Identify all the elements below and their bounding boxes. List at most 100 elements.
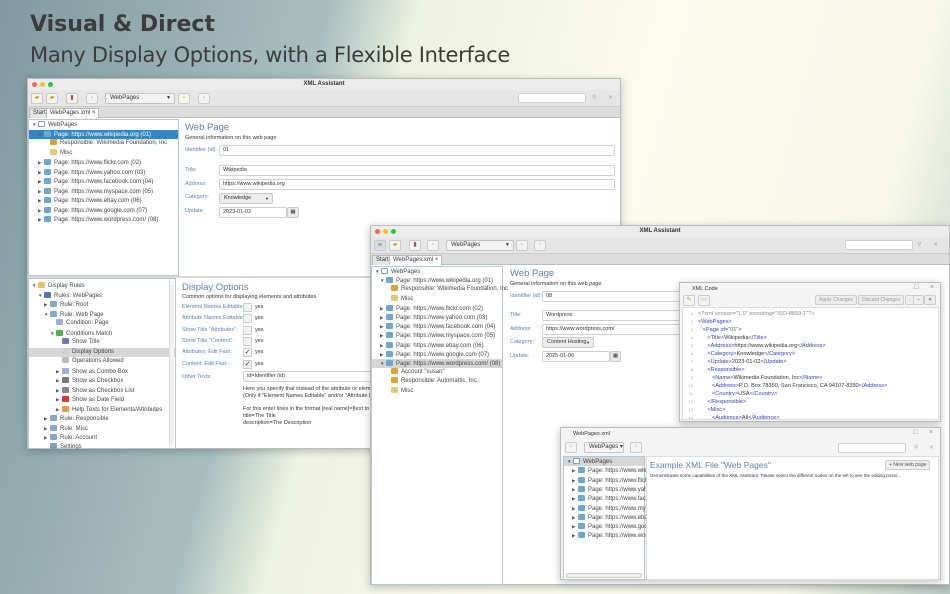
page-icon[interactable]: ▫ (198, 93, 210, 104)
maximize-icon[interactable]: □ (914, 284, 918, 291)
document-select[interactable]: WebPages ▾ (584, 442, 624, 453)
tree-item[interactable]: Misc (372, 386, 502, 396)
document-tree[interactable]: ▼ WebPages ▼ Page: https://www.wikipedia.or… (28, 119, 179, 276)
minimize-button[interactable] (40, 82, 45, 87)
minimize-button[interactable] (383, 229, 388, 234)
tree-item[interactable]: ▶ Show as Date Field (29, 395, 175, 404)
open-icon[interactable]: ▰ (374, 240, 386, 251)
tree-item[interactable]: ▶ Page: https://www.ebay.com (06) (372, 341, 502, 350)
search-icon[interactable]: ⚲ (917, 241, 921, 248)
page-icon[interactable]: ▫ (534, 240, 546, 251)
maximize-icon[interactable]: □ (913, 429, 917, 436)
export-icon[interactable]: ▮ (66, 93, 78, 104)
tree-item[interactable]: ▶ Page: https://www.googl (564, 522, 652, 531)
save-icon[interactable]: ▫ (427, 240, 439, 251)
close-icon[interactable]: × (930, 284, 934, 291)
tree-item[interactable]: ▶ Rule: Account (29, 433, 175, 442)
option-checkbox[interactable] (243, 325, 252, 335)
xml-editor[interactable]: 1 <?xml version="1.0" encoding="ISO-8859-… (682, 307, 939, 420)
edit-icon[interactable]: ▪ (516, 240, 528, 251)
tree-item[interactable]: ▶ Page: https://www.flickr.com (02) (372, 304, 502, 313)
apply-changes-button[interactable]: Apply Changes (815, 295, 857, 305)
zoom-button[interactable] (48, 82, 53, 87)
tree-item[interactable]: ▶ Page: https://www.ebay. (564, 513, 652, 522)
category-select[interactable]: Content Hosting ▼ (542, 337, 594, 348)
update-date-field[interactable]: 2025-01-06 (542, 351, 610, 362)
save-icon[interactable]: ▫ (565, 442, 577, 453)
close-icon[interactable]: × (929, 429, 933, 436)
page-icon[interactable]: ▫ (630, 442, 642, 453)
option-checkbox[interactable] (243, 336, 252, 346)
tree-item[interactable]: Responsible: Wikimedia Foundation, Inc (29, 139, 178, 148)
tree-item[interactable]: ▼ Page: https://www.wikipedia.org (01) (372, 276, 502, 285)
zoom-button[interactable] (391, 229, 396, 234)
tree-item[interactable]: ▼ WebPages (29, 120, 178, 129)
option-checkbox[interactable]: ✓ (243, 348, 252, 358)
clear-icon[interactable]: ✕ (608, 94, 613, 101)
calendar-icon[interactable]: ▦ (287, 207, 299, 218)
tree-item[interactable]: Display Options (29, 347, 175, 357)
search-icon[interactable]: ⚲ (592, 94, 596, 101)
option-checkbox[interactable]: ✓ (243, 359, 252, 369)
tree-item[interactable]: ▶ Rule: Misc (29, 424, 175, 433)
tree-item[interactable]: ▼ Page: https://www.wikipedia.org (01) (29, 129, 178, 139)
open-icon[interactable]: ▰ (31, 93, 43, 104)
scrollbar[interactable] (169, 281, 174, 446)
tree-item[interactable]: Show Title (29, 338, 175, 347)
tree-item[interactable]: ▶ Page: https://www.yahoo.com (03) (372, 313, 502, 322)
tree-item[interactable]: ▶ Show as Checkbox (29, 376, 175, 385)
tree-item[interactable]: ▶ Page: https://www.flickr.com (02) (29, 158, 178, 167)
search-icon[interactable]: ⚲ (914, 444, 918, 451)
search-input[interactable] (845, 240, 913, 250)
tab-webpages-xml[interactable]: WebPages.xml × (46, 108, 100, 118)
search-input[interactable] (838, 443, 906, 453)
tree-item[interactable]: ▶ Page: https://www.facebook.com (04) (372, 322, 502, 331)
edit-icon[interactable]: ▪ (178, 93, 190, 104)
tree-item[interactable]: Operations Allowed (29, 357, 175, 366)
horizontal-scrollbar[interactable] (566, 573, 642, 578)
calendar-icon[interactable]: ▦ (610, 351, 621, 362)
tree-item[interactable]: ▼ Conditions Match (29, 329, 175, 338)
category-select[interactable]: Knowledge ▼ (219, 193, 273, 204)
tree-item[interactable]: ▶ Page: https://www.ebay.com (06) (29, 196, 178, 205)
title-field[interactable]: Wikipedia (219, 165, 615, 176)
document-tree[interactable]: ▼ WebPages ▼ Page: https://www.wikipedia.or… (371, 266, 508, 585)
tree-item[interactable]: ▶ Page: https://www.yahoo (564, 485, 654, 494)
tree-item[interactable]: ▶ Rule: Root (29, 300, 175, 309)
tree-item[interactable]: ▼ Rule: Web Page (29, 310, 175, 319)
tree-item[interactable]: ▶ Page: https://www.google.com (07) (372, 350, 502, 359)
tree-item[interactable]: ▶ Page: https://www.wordp (564, 531, 654, 540)
search-input[interactable] (518, 93, 586, 103)
window-icon[interactable]: ▭ (698, 295, 710, 306)
tree-item[interactable]: ▶ Page: https://www.facebook.com (04) (29, 177, 178, 186)
document-select[interactable]: WebPages ▼ (446, 240, 514, 251)
tree-item[interactable]: ▼ Rules: WebPages (29, 291, 175, 300)
document-select[interactable]: WebPages ▼ (105, 93, 175, 104)
tree-item[interactable]: Settings (29, 442, 175, 452)
tree-item[interactable]: ▶ Page: https://www.wikipe (564, 466, 654, 475)
clear-icon[interactable]: ✕ (929, 444, 934, 451)
tree-item[interactable]: ▶ Page: https://www.wordpress.com/ (08) (29, 215, 178, 224)
close-button[interactable] (32, 82, 37, 87)
tree-item[interactable]: ▶ Page: https://www.myspace.com (05) (29, 187, 178, 196)
document-tree[interactable]: ▼ WebPages ▶ Page: https://www.wikipe ▶ Page:… (563, 456, 654, 580)
tree-item[interactable]: ▶ Help Texts for Elements/Attributes (29, 405, 175, 414)
tree-item[interactable]: ▶ Show as Combo Box (29, 367, 175, 376)
clear-icon[interactable]: ✕ (933, 241, 938, 248)
tree-item[interactable]: ▶ Rule: Responsible (29, 414, 175, 423)
tree-item[interactable]: Misc (372, 294, 502, 304)
tree-item[interactable]: Condition: Page (29, 319, 175, 328)
close-button[interactable] (375, 229, 380, 234)
tab-webpages-xml[interactable]: WebPages.xml × (389, 255, 443, 265)
option-checkbox[interactable] (243, 303, 252, 312)
tree-item[interactable]: ▶ Show as Checkbox List (29, 386, 175, 395)
update-date-field[interactable]: 2023-01-02 (219, 207, 287, 218)
save-icon[interactable]: ▫ (86, 93, 98, 104)
close-editor-button[interactable]: ✕ (924, 295, 937, 305)
tree-item[interactable]: ▶ Page: https://www.faceb (564, 494, 652, 503)
tree-item[interactable]: ▶ Page: https://www.google.com (07) (29, 206, 178, 215)
tree-item[interactable]: ▼ WebPages (564, 457, 644, 466)
tree-item[interactable]: ▼ Page: https://www.wordpress.com/ (08) (372, 359, 502, 368)
zoom-in-button[interactable]: + (913, 295, 924, 305)
open-folder-icon[interactable]: ▰ (389, 240, 401, 251)
